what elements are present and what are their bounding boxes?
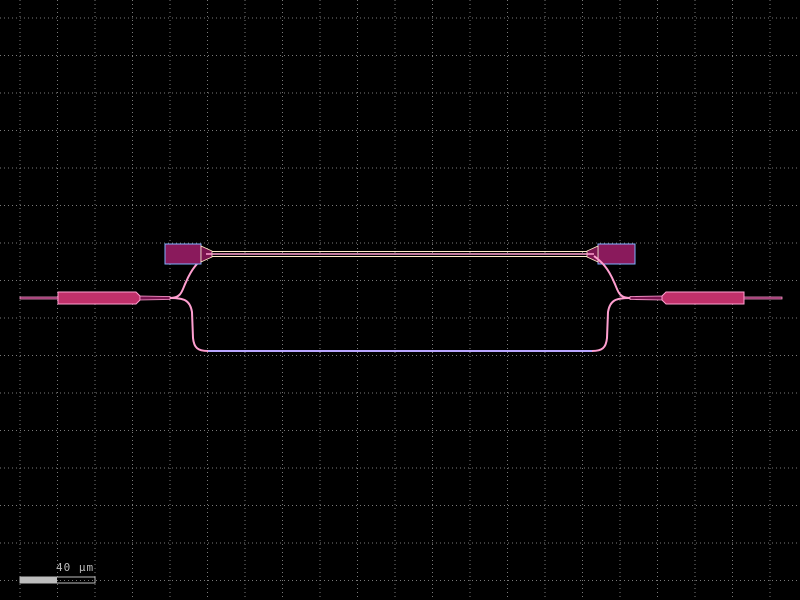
output-fiber-stub (743, 296, 783, 300)
input-taper-body (57, 291, 141, 305)
output-taper-body (661, 291, 745, 305)
layout-canvas: 40 µm (0, 0, 800, 600)
left-heater-pad[interactable] (164, 243, 202, 265)
input-taper-neck (139, 295, 171, 301)
input-fiber-stub (19, 296, 59, 300)
output-taper-neck (629, 295, 663, 301)
scale-bar-filled (20, 577, 57, 583)
right-heater-pad[interactable] (597, 243, 636, 265)
scale-bar-label: 40 µm (56, 561, 94, 574)
